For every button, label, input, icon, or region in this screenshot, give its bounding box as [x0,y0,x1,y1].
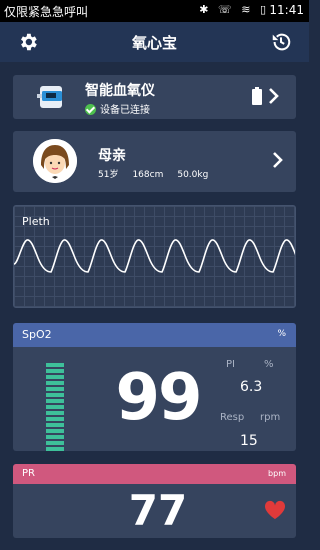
chevron-right-icon [273,152,283,168]
signal-bar-segment [46,411,64,415]
signal-bar-segment [46,423,64,427]
pi-label: PI [226,359,235,370]
signal-bar-segment [46,375,64,379]
pr-header: PR bpm [13,464,296,484]
history-icon[interactable] [270,31,292,53]
spo2-header: SpO2 % [13,323,296,347]
status-icons: ✱ ☏ ≋ ▯ [199,3,269,16]
device-card[interactable]: 智能血氧仪 设备已连接 [13,75,296,119]
resp-unit: rpm [260,412,281,423]
chevron-right-icon [269,88,279,104]
battery-icon [252,87,262,105]
resp-value: 15 [240,433,258,449]
device-name: 智能血氧仪 [85,83,155,99]
user-height: 168cm [132,170,164,180]
spo2-value: 99 [115,361,202,435]
signal-strength-bar [46,363,64,453]
signal-bar-segment [46,381,64,385]
user-name: 母亲 [98,148,126,164]
carrier-text: 仅限紧急急呼叫 [4,5,89,19]
pi-unit: % [264,359,274,370]
status-bar: 仅限紧急急呼叫 ✱ ☏ ≋ ▯ 11:41 [0,0,309,22]
pr-value: 77 [128,486,188,535]
clock: 11:41 [269,3,304,17]
pi-value: 6.3 [240,379,263,395]
signal-bar-segment [46,441,64,445]
signal-bar-segment [46,393,64,397]
signal-bar-segment [46,447,64,451]
check-icon [85,104,96,115]
signal-bar-segment [46,429,64,433]
signal-bar-segment [46,363,64,367]
user-weight: 50.0kg [177,170,209,180]
user-card[interactable]: 母亲 51岁 168cm 50.0kg [13,131,296,192]
resp-label: Resp [220,412,245,423]
signal-bar-segment [46,435,64,439]
spo2-panel: SpO2 % 99 PI % 6.3 Resp rpm 15 [13,323,296,451]
app-header: 氧心宝 [0,22,309,62]
user-age: 51岁 [98,170,119,180]
signal-bar-segment [46,369,64,373]
user-info: 51岁 168cm 50.0kg [98,167,222,180]
pr-panel: PR bpm 77 [13,464,296,538]
pleth-waveform [14,239,295,273]
pr-unit: bpm [268,469,286,478]
pleth-waveform-panel: Pleth [13,205,296,308]
signal-bar-segment [46,399,64,403]
oximeter-icon [37,86,62,108]
signal-bar-segment [46,417,64,421]
pr-label: PR [22,468,35,479]
device-status-text: 设备已连接 [100,105,150,116]
signal-bar-segment [46,405,64,409]
spo2-unit: % [277,329,286,339]
avatar [33,139,77,183]
spo2-label: SpO2 [22,328,52,341]
device-status: 设备已连接 [85,101,150,116]
heart-icon [264,500,286,520]
signal-bar-segment [46,387,64,391]
app-title: 氧心宝 [131,34,177,52]
